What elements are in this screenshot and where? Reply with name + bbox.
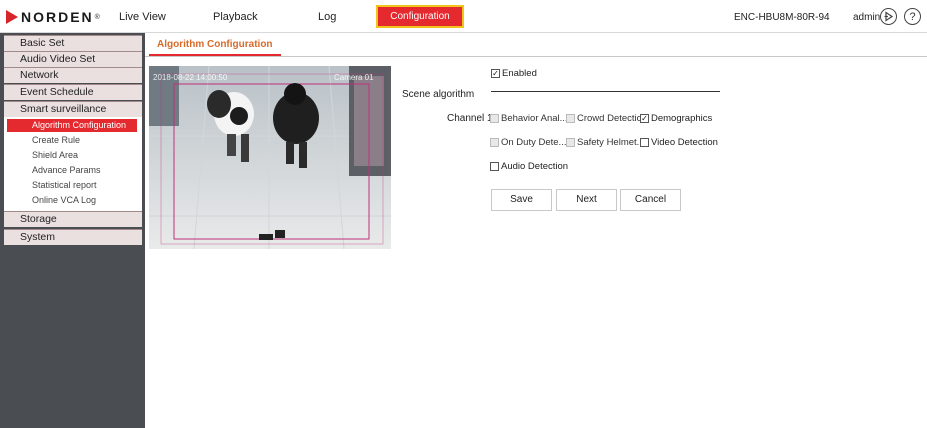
user-name[interactable]: admin [853,12,880,23]
sidebar-item-advance-params[interactable]: Advance Params [4,164,142,177]
checkbox-box[interactable] [566,138,575,147]
enabled-checkbox[interactable]: ✓ Enabled [491,68,537,79]
checkbox-box[interactable] [640,138,649,147]
sidebar-item-statistical-report[interactable]: Statistical report [4,179,142,192]
checkbox-box[interactable] [490,114,499,123]
next-button[interactable]: Next [556,189,617,211]
logout-icon[interactable] [880,8,897,25]
svg-text:Camera 01: Camera 01 [334,73,374,82]
sidebar-item-storage[interactable]: Storage [4,211,142,227]
nav-log[interactable]: Log [318,11,336,23]
sidebar-item-audio-video-set[interactable]: Audio Video Set [4,51,142,67]
audio-detection-checkbox[interactable]: Audio Detection [490,161,568,172]
sidebar-item-smart-surveillance[interactable]: Smart surveillance [4,101,142,117]
save-button[interactable]: Save [491,189,552,211]
checkbox-box[interactable] [490,162,499,171]
sidebar-submenu: Algorithm Configuration Create Rule Shie… [4,117,142,211]
sidebar-item-system[interactable]: System [4,229,142,245]
logo-registered-mark: ® [94,13,100,21]
video-detection-checkbox[interactable]: Video Detection [640,137,718,148]
demographics-check-icon[interactable]: ✓ [640,114,649,123]
tab-algorithm-configuration[interactable]: Algorithm Configuration [149,38,281,56]
checkbox-box[interactable] [490,138,499,147]
audio-detection-label: Audio Detection [501,161,569,172]
sidebar-item-shield-area[interactable]: Shield Area [4,149,142,162]
channel-label: Channel 1 [447,113,493,124]
video-preview: 2018-08-22 14:00:50 Camera 01 [149,66,391,249]
on-duty-detection-label: On Duty Dete... [501,137,567,148]
camera-view-image: 2018-08-22 14:00:50 Camera 01 [149,66,391,249]
sidebar-item-online-vca-log[interactable]: Online VCA Log [4,194,142,207]
video-detection-label: Video Detection [651,137,718,148]
tab-bar: Algorithm Configuration [145,33,927,57]
nav-configuration[interactable]: Configuration [376,5,464,28]
demographics-label: Demographics [651,113,713,124]
device-name: ENC-HBU8M-80R-94 [734,12,830,23]
logo-text: NORDEN [21,9,94,25]
nav-playback[interactable]: Playback [213,11,258,23]
sidebar-item-network[interactable]: Network [4,67,142,83]
crowd-detection-label: Crowd Detection [577,113,648,124]
safety-helmet-checkbox[interactable]: Safety Helmet... [566,137,645,148]
sidebar-item-create-rule[interactable]: Create Rule [4,134,142,147]
nav-live-view[interactable]: Live View [119,11,166,23]
sidebar-item-basic-set[interactable]: Basic Set [4,35,142,51]
scene-algorithm-divider [491,91,720,92]
enabled-label: Enabled [502,68,537,79]
demographics-checkbox[interactable]: ✓ Demographics [640,113,712,124]
norden-logo: NORDEN ® [6,9,100,25]
scene-algorithm-label: Scene algorithm [402,89,475,100]
logo-triangle-icon [6,10,18,24]
behavior-analysis-checkbox[interactable]: Behavior Anal... [490,113,568,124]
safety-helmet-label: Safety Helmet... [577,137,645,148]
cancel-button[interactable]: Cancel [620,189,681,211]
help-icon[interactable]: ? [904,8,921,25]
sidebar-item-algorithm-configuration[interactable]: Algorithm Configuration [7,119,137,132]
top-bar: NORDEN ® Live View Playback Log Configur… [0,0,927,33]
enabled-check-icon[interactable]: ✓ [491,69,500,78]
svg-text:2018-08-22 14:00:50: 2018-08-22 14:00:50 [153,73,228,82]
on-duty-detection-checkbox[interactable]: On Duty Dete... [490,137,566,148]
checkbox-box[interactable] [566,114,575,123]
crowd-detection-checkbox[interactable]: Crowd Detection [566,113,647,124]
behavior-analysis-label: Behavior Anal... [501,113,568,124]
sidebar-item-event-schedule[interactable]: Event Schedule [4,84,142,100]
